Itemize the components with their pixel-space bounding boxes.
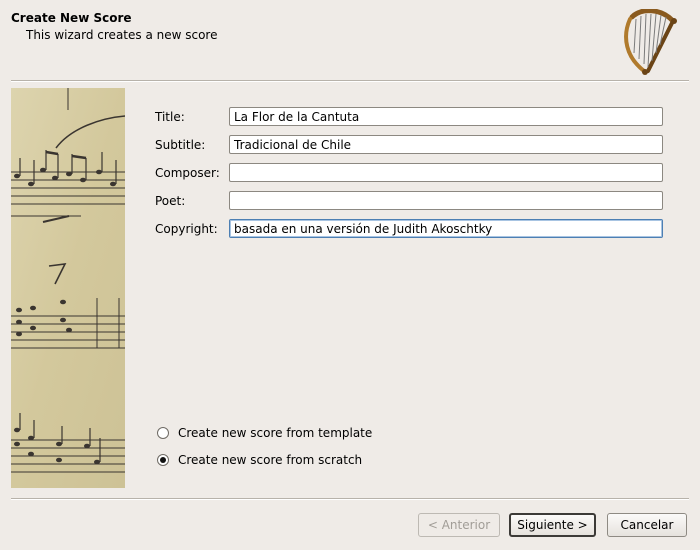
poet-field[interactable] (229, 191, 663, 210)
composer-field[interactable] (229, 163, 663, 182)
scratch-radio[interactable] (157, 454, 169, 466)
scratch-option-label: Create new score from scratch (178, 453, 363, 467)
template-option-label: Create new score from template (178, 426, 373, 440)
cancel-button[interactable]: Cancelar (607, 513, 687, 537)
composer-label: Composer: (155, 166, 220, 180)
harp-icon (618, 8, 680, 77)
back-button[interactable]: < Anterior (418, 513, 500, 537)
footer-separator (11, 498, 689, 500)
title-field[interactable]: La Flor de la Cantuta (229, 107, 663, 126)
subtitle-label: Subtitle: (155, 138, 206, 152)
scratch-option[interactable]: Create new score from scratch (157, 452, 362, 468)
template-option[interactable]: Create new score from template (157, 425, 372, 441)
header-subtitle: This wizard creates a new score (26, 28, 218, 42)
sheet-music-image (11, 88, 125, 488)
copyright-field[interactable]: basada en una versión de Judith Akoschtk… (229, 219, 663, 238)
poet-label: Poet: (155, 194, 186, 208)
copyright-label: Copyright: (155, 222, 218, 236)
subtitle-field[interactable]: Tradicional de Chile (229, 135, 663, 154)
next-button[interactable]: Siguiente > (509, 513, 596, 537)
header-title: Create New Score (11, 11, 132, 25)
title-label: Title: (155, 110, 185, 124)
header-separator (11, 80, 689, 82)
template-radio[interactable] (157, 427, 169, 439)
